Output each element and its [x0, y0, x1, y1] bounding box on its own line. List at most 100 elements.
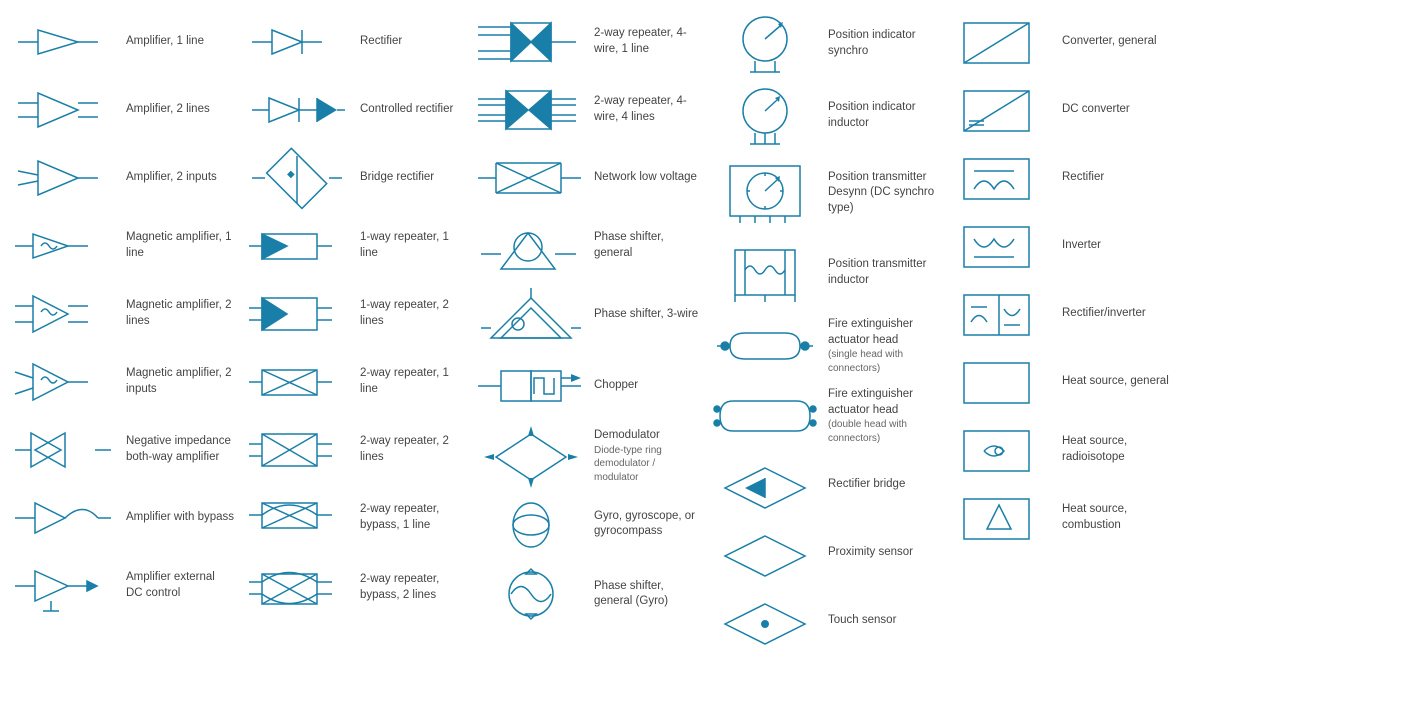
fire2-symbol	[710, 391, 820, 441]
ampbypass-symbol	[8, 491, 118, 546]
magamp2-symbol	[8, 288, 118, 340]
list-item: Phase shifter, 3-wire	[472, 280, 706, 350]
list-item: Position indicator inductor	[706, 80, 940, 152]
list-item: Heat source, general	[940, 348, 1174, 416]
inverter-label: Inverter	[1062, 238, 1170, 254]
list-item: Inverter	[940, 212, 1174, 280]
rect-symbol	[242, 22, 352, 62]
ampbypass-label: Amplifier with bypass	[126, 510, 234, 526]
postxind-symbol	[710, 240, 820, 305]
touchsensor-label: Touch sensor	[828, 613, 936, 629]
ampdc-label: Amplifier external DC control	[126, 570, 234, 601]
list-item: Position indicator synchro	[706, 8, 940, 80]
magamp2-label: Magnetic amplifier, 2 lines	[126, 298, 234, 329]
col-5: Converter, general DC converter	[940, 8, 1174, 655]
rect-label: Rectifier	[360, 34, 468, 50]
heatrad-symbol	[944, 423, 1054, 478]
list-item: Phase shifter, general (Gyro)	[472, 558, 706, 630]
rep2w4w1-label: 2-way repeater, 4-wire, 1 line	[594, 26, 702, 57]
list-item: Touch sensor	[706, 587, 940, 655]
rep2w1l-symbol	[242, 362, 352, 402]
list-item: Rectifier	[940, 144, 1174, 212]
demod-label: Demodulator Diode-type ring demodulator …	[594, 428, 702, 484]
amp2in-label: Amplifier, 2 inputs	[126, 170, 234, 186]
heatrad-label: Heat source, radioisotope	[1062, 434, 1170, 465]
main-grid: Amplifier, 1 line Amplifier, 2 lines	[0, 0, 1412, 663]
chopper-label: Chopper	[594, 378, 702, 394]
amp2-symbol	[8, 85, 118, 135]
rep2w2l-symbol	[242, 426, 352, 474]
list-item: Amplifier, 2 lines	[4, 76, 238, 144]
list-item: 2-way repeater, 1 line	[238, 348, 472, 416]
col-2: Rectifier Controlled rectifier	[238, 8, 472, 655]
rep2w2l-label: 2-way repeater, 2 lines	[360, 434, 468, 465]
magamp1-label: Magnetic amplifier, 1 line	[126, 230, 234, 261]
heatgen-symbol	[944, 355, 1054, 410]
list-item: Magnetic amplifier, 2 inputs	[4, 348, 238, 416]
phasegyro-symbol	[476, 564, 586, 624]
demod-sublabel: Diode-type ring demodulator / modulator	[594, 444, 702, 485]
chopper-symbol	[476, 356, 586, 416]
gyro-label: Gyro, gyroscope, or gyrocompass	[594, 509, 702, 540]
convgen-label: Converter, general	[1062, 34, 1170, 50]
magamp2in-symbol	[8, 356, 118, 408]
netlv-label: Network low voltage	[594, 170, 702, 186]
postxdes-label: Position transmitter Desynn (DC synchro …	[828, 170, 936, 217]
list-item: Controlled rectifier	[238, 76, 472, 144]
list-item: 2-way repeater, bypass, 2 lines	[238, 552, 472, 624]
amp1-label: Amplifier, 1 line	[126, 34, 234, 50]
list-item: 1-way repeater, 2 lines	[238, 280, 472, 348]
rectbridge-label: Rectifier bridge	[828, 477, 936, 493]
dcconv-symbol	[944, 83, 1054, 138]
crect-symbol	[242, 88, 352, 133]
list-item: Magnetic amplifier, 2 lines	[4, 280, 238, 348]
phasegyro-label: Phase shifter, general (Gyro)	[594, 579, 702, 610]
rep2w4w1-symbol	[476, 15, 586, 70]
demod-symbol	[476, 429, 586, 484]
list-item: Phase shifter, general	[472, 212, 706, 280]
list-item: Fire extinguisher actuator head (double …	[706, 381, 940, 451]
col-1: Amplifier, 1 line Amplifier, 2 lines	[4, 8, 238, 655]
list-item: 2-way repeater, bypass, 1 line	[238, 484, 472, 552]
list-item: Position transmitter inductor	[706, 234, 940, 311]
ampdc-symbol	[8, 561, 118, 611]
list-item: Heat source, radioisotope	[940, 416, 1174, 484]
list-item: Gyro, gyroscope, or gyrocompass	[472, 490, 706, 558]
postxind-label: Position transmitter inductor	[828, 257, 936, 288]
posindind-symbol	[710, 86, 820, 146]
col-4: Position indicator synchro Position indi…	[706, 8, 940, 655]
col-3: 2-way repeater, 4-wire, 1 line	[472, 8, 706, 655]
list-item: 2-way repeater, 2 lines	[238, 416, 472, 484]
heatcomb-label: Heat source, combustion	[1062, 502, 1170, 533]
bridgerect-symbol: ◆	[242, 151, 352, 206]
amp1-symbol	[8, 22, 118, 62]
rectinv-symbol	[944, 287, 1054, 342]
heatcomb-symbol	[944, 491, 1054, 546]
rep2w1l-label: 2-way repeater, 1 line	[360, 366, 468, 397]
amp2-label: Amplifier, 2 lines	[126, 102, 234, 118]
negamp-label: Negative impedance both-way amplifier	[126, 434, 234, 465]
list-item: Converter, general	[940, 8, 1174, 76]
rect2-symbol	[944, 151, 1054, 206]
posind-symbol	[710, 14, 820, 74]
list-item: Chopper	[472, 350, 706, 422]
list-item: 1-way repeater, 1 line	[238, 212, 472, 280]
crect-label: Controlled rectifier	[360, 102, 468, 118]
rep1w2l-label: 1-way repeater, 2 lines	[360, 298, 468, 329]
list-item: Amplifier external DC control	[4, 552, 238, 620]
magamp2in-label: Magnetic amplifier, 2 inputs	[126, 366, 234, 397]
list-item: Heat source, combustion	[940, 484, 1174, 552]
heatgen-label: Heat source, general	[1062, 374, 1170, 390]
rep2wbp2-label: 2-way repeater, bypass, 2 lines	[360, 572, 468, 603]
list-item: Fire extinguisher actuator head (single …	[706, 311, 940, 381]
rep1w1l-symbol	[242, 226, 352, 266]
rectinv-label: Rectifier/inverter	[1062, 306, 1170, 322]
rectbridge-symbol	[710, 463, 820, 508]
rep2w4w4-symbol	[476, 83, 586, 138]
phasegen-label: Phase shifter, general	[594, 230, 702, 261]
magamp1-symbol	[8, 224, 118, 269]
rect2-label: Rectifier	[1062, 170, 1170, 186]
list-item: 2-way repeater, 4-wire, 4 lines	[472, 76, 706, 144]
fire1-symbol	[710, 325, 820, 367]
bridgerect-label: Bridge rectifier	[360, 170, 468, 186]
